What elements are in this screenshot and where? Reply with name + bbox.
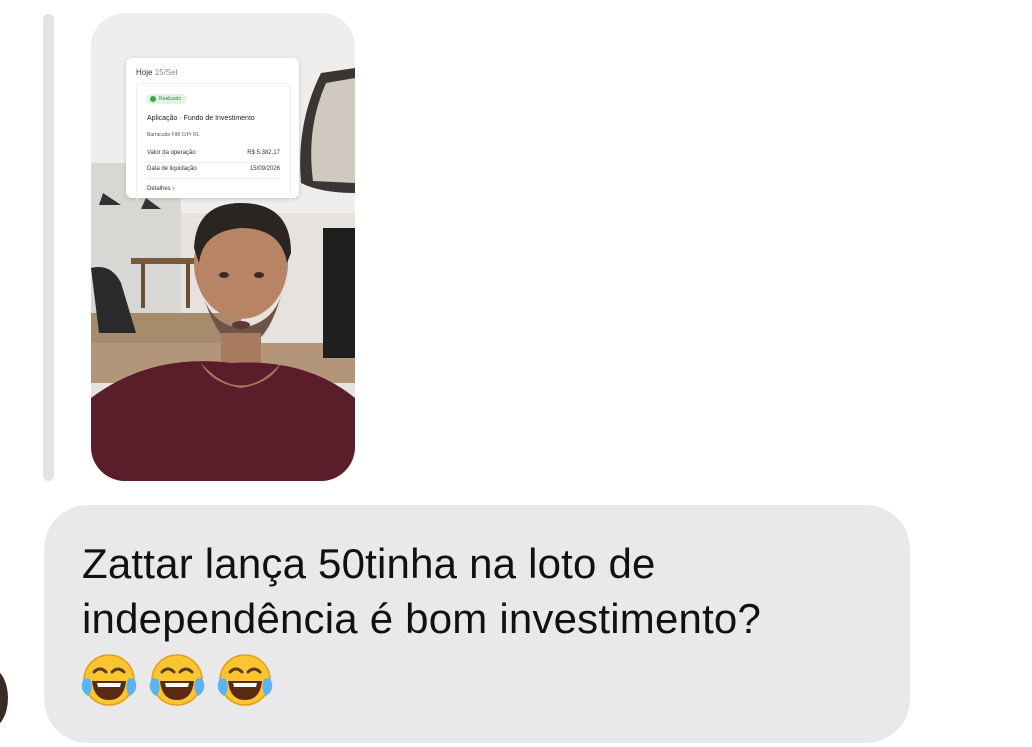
date-header: Hoje 15/Set <box>136 68 178 77</box>
face-with-tears-of-joy-icon <box>217 654 273 706</box>
settlement-date-row: Data de liquidação 15/09/2026 <box>147 166 280 172</box>
divider <box>147 162 280 163</box>
face-with-tears-of-joy-icon <box>81 654 137 706</box>
investment-receipt-card: Hoje 15/Set Realizado Aplicação · Fundo … <box>126 58 299 202</box>
receipt-details: Realizado Aplicação · Fundo de Investime… <box>136 83 291 202</box>
story-preview[interactable]: Hoje 15/Set Realizado Aplicação · Fundo … <box>91 13 355 481</box>
reply-quote-bar <box>43 14 54 481</box>
operation-value-row: Valor da operação R$ 5.382,17 <box>147 150 280 156</box>
check-icon <box>150 96 156 102</box>
emoji-row <box>80 652 274 708</box>
operation-type: Aplicação · Fundo de Investimento <box>147 115 255 122</box>
status-badge: Realizado <box>146 94 188 104</box>
avatar[interactable] <box>0 667 8 729</box>
message-text: Zattar lança 50tinha na loto de independ… <box>82 540 762 642</box>
fund-name: Barracuda FIM CrPr RL <box>147 132 200 138</box>
divider <box>147 178 280 179</box>
details-link: Detalhes › <box>147 186 175 192</box>
face-with-tears-of-joy-icon <box>149 654 205 706</box>
